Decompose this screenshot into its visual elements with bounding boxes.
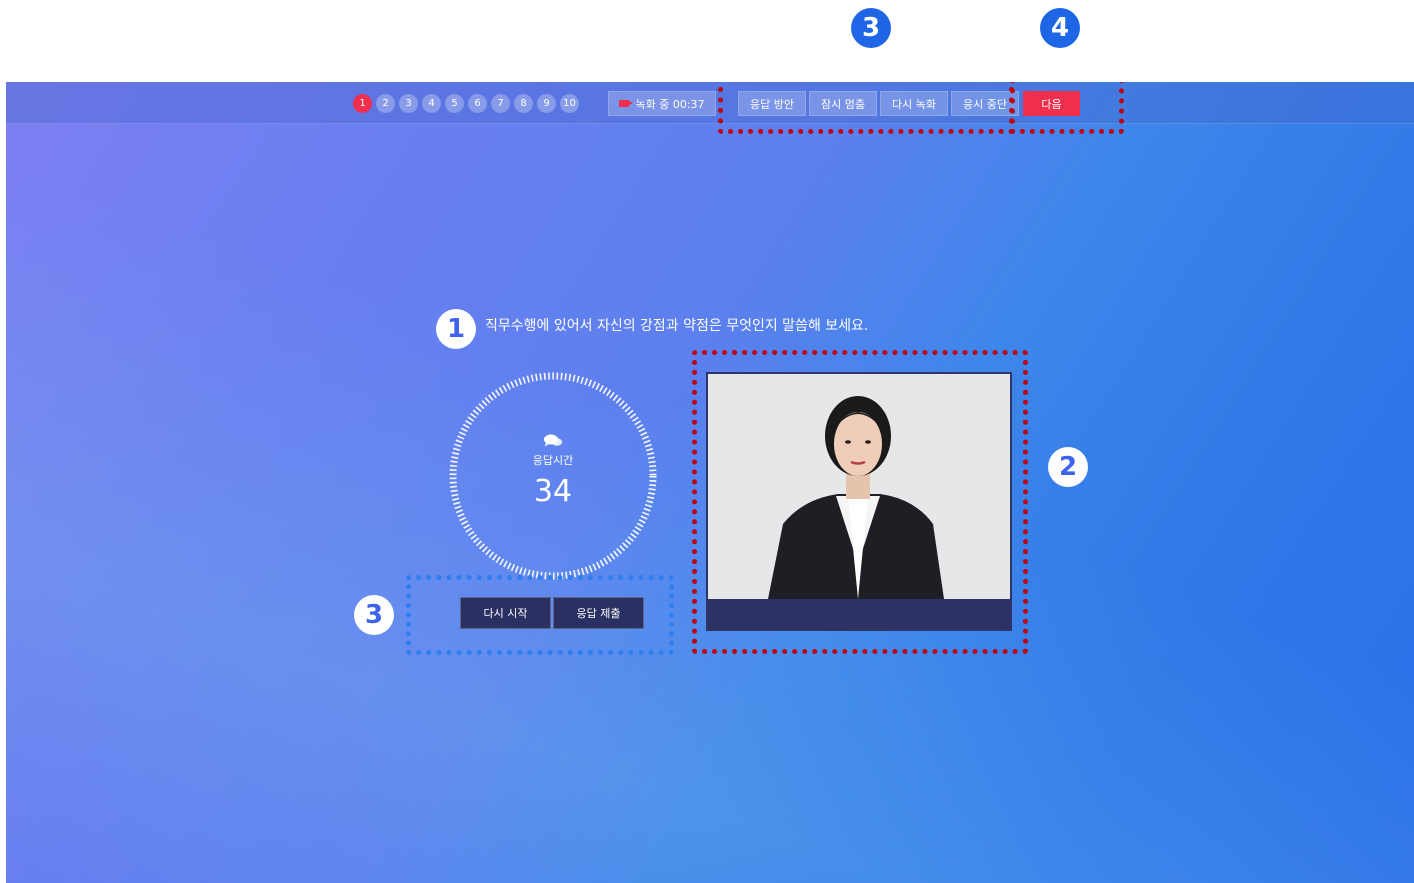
response-timer: 응답시간 34: [447, 370, 659, 582]
annotation-box-next: [1010, 82, 1124, 134]
chat-bubbles-icon: [544, 434, 563, 446]
recording-status: 녹화 중 00:37: [608, 91, 716, 116]
step-4[interactable]: 4: [422, 94, 441, 113]
question-text: 직무수행에 있어서 자신의 강점과 약점은 무엇인지 말씀해 보세요.: [485, 318, 869, 334]
annotation-badge-3: 3: [851, 8, 891, 48]
recording-label: 녹화 중 00:37: [635, 97, 705, 111]
annotation-badge-2: 2: [1048, 447, 1088, 487]
step-3[interactable]: 3: [399, 94, 418, 113]
question-step-indicator: 1 2 3 4 5 6 7 8 9 10: [353, 94, 579, 113]
step-2[interactable]: 2: [376, 94, 395, 113]
step-7[interactable]: 7: [491, 94, 510, 113]
video-camera-icon: [619, 100, 634, 107]
timer-value: 34: [533, 473, 573, 509]
top-toolbar: 1 2 3 4 5 6 7 8 9 10 녹화 중 00:37 응답 방안 잠시…: [6, 82, 1414, 124]
step-5[interactable]: 5: [445, 94, 464, 113]
annotation-badge-3-actions: 3: [354, 595, 394, 635]
annotation-box-actions: [406, 575, 674, 655]
interview-stage: 1 2 3 4 5 6 7 8 9 10 녹화 중 00:37 응답 방안 잠시…: [6, 82, 1414, 883]
annotation-badge-4: 4: [1040, 8, 1080, 48]
step-9[interactable]: 9: [537, 94, 556, 113]
annotation-badge-1: 1: [436, 309, 476, 349]
timer-label: 응답시간: [532, 453, 574, 467]
annotation-box-video: [692, 350, 1028, 654]
step-8[interactable]: 8: [514, 94, 533, 113]
step-1[interactable]: 1: [353, 94, 372, 113]
step-10[interactable]: 10: [560, 94, 579, 113]
annotation-box-toolbar: [718, 82, 1014, 134]
step-6[interactable]: 6: [468, 94, 487, 113]
